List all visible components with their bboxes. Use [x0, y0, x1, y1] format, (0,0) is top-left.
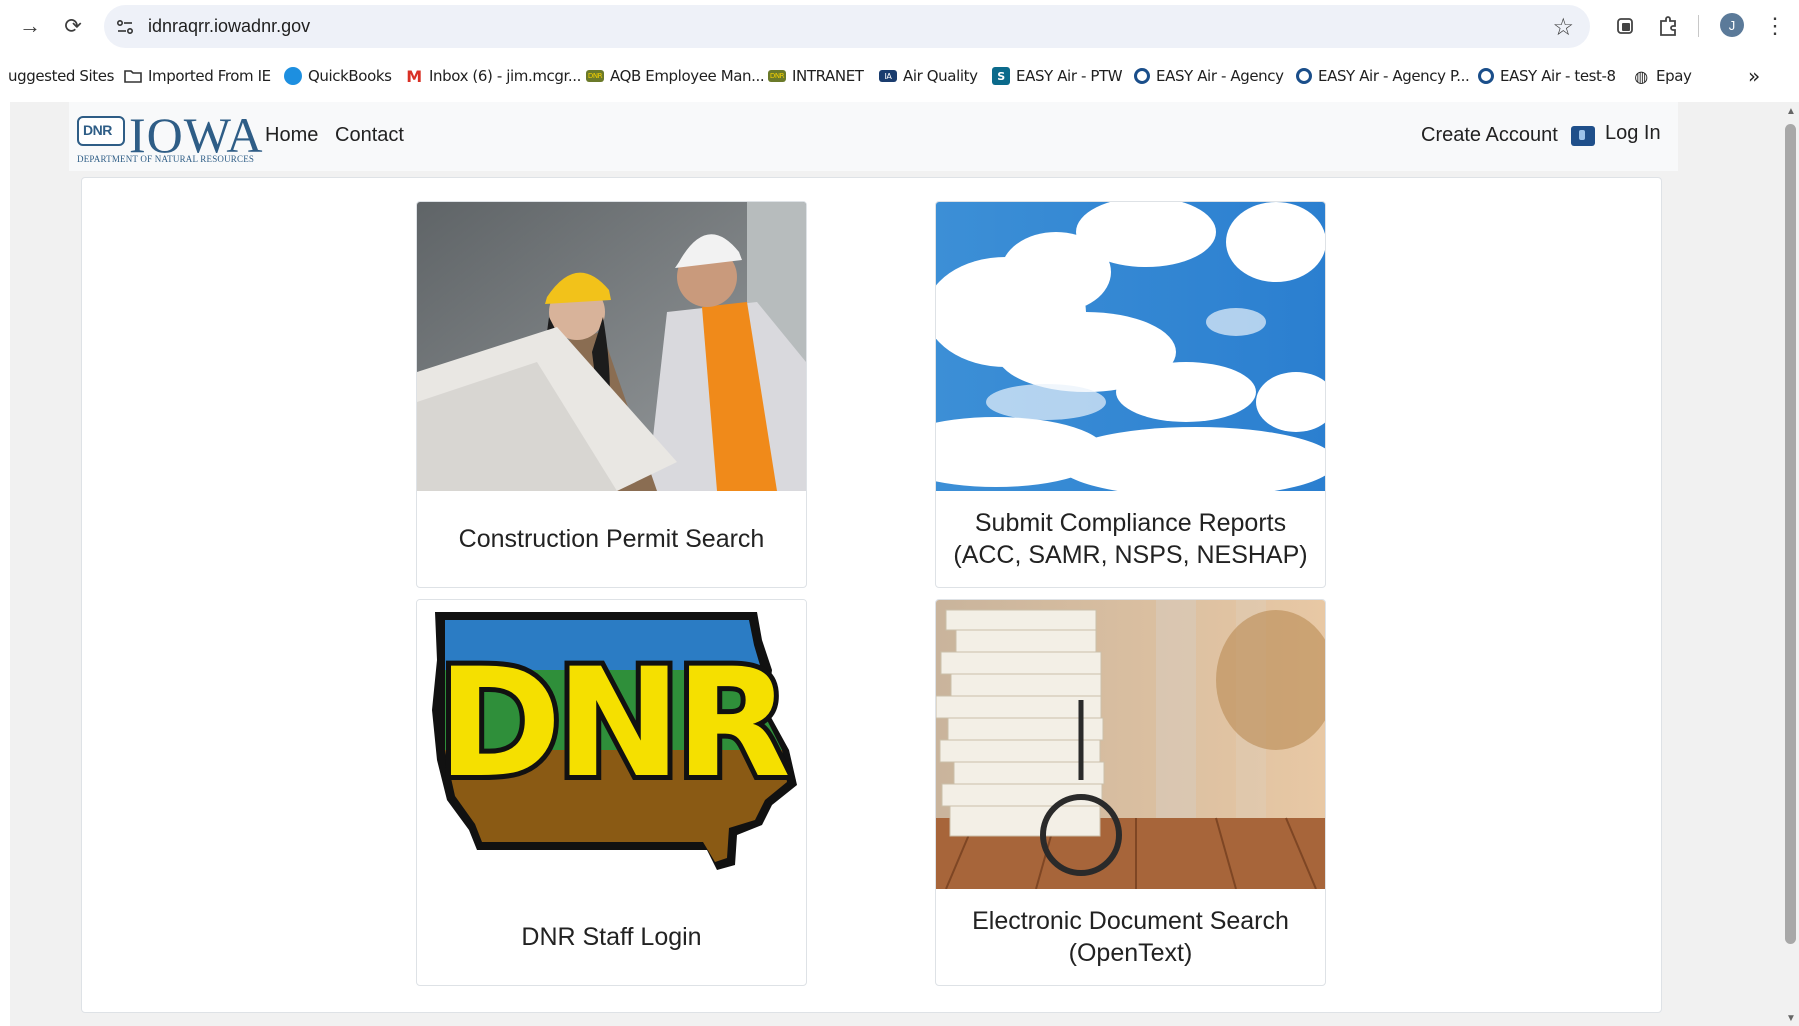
iowa-dnr-logo[interactable]: DNR IOWA DEPARTMENT OF NATURAL RESOURCES: [77, 107, 263, 166]
bookmarks-bar: uggested Sites Imported From IE QuickBoo…: [0, 58, 1799, 94]
bookmark-easy-air-agency-p[interactable]: EASY Air - Agency P...: [1296, 64, 1470, 88]
create-account-link[interactable]: Create Account: [1421, 124, 1558, 147]
dnr-logo-mark: DNR: [77, 116, 125, 146]
bookmark-label: AQB Employee Man...: [610, 67, 765, 85]
tile-caption-line1: Construction Permit Search: [458, 525, 765, 553]
circle-icon: [1296, 68, 1312, 84]
dnr-staff-login-tile[interactable]: DNR DNR Staff Login: [416, 599, 807, 986]
circle-icon: [1134, 68, 1150, 84]
dnr-logo-letters: DNR: [437, 637, 788, 811]
tile-caption: Submit Compliance Reports (ACC, SAMR, NS…: [936, 491, 1325, 587]
bookmark-label: EASY Air - test-8: [1500, 67, 1616, 85]
electronic-document-search-tile[interactable]: Electronic Document Search (OpenText): [935, 599, 1326, 986]
circle-icon: [1478, 68, 1494, 84]
login-icon[interactable]: [1571, 126, 1595, 146]
bookmark-label: EASY Air - Agency: [1156, 67, 1284, 85]
bookmarks-overflow-button[interactable]: »: [1748, 64, 1760, 88]
address-bar[interactable]: idnraqrr.iowadnr.gov ☆: [104, 5, 1590, 48]
tile-caption-line1: Submit Compliance Reports: [974, 509, 1287, 537]
dnr-icon: DNR: [586, 70, 604, 82]
tile-caption: Electronic Document Search (OpenText): [936, 889, 1325, 985]
nav-home-link[interactable]: Home: [265, 124, 318, 147]
tile-caption-line1: Electronic Document Search: [972, 907, 1289, 935]
scrollbar-thumb[interactable]: [1785, 124, 1796, 944]
browser-menu-icon[interactable]: ⋮: [1764, 10, 1786, 42]
browser-toolbar: → ⟳ idnraqrr.iowadnr.gov ☆ J ⋮: [0, 0, 1799, 52]
construction-permit-search-tile[interactable]: Construction Permit Search: [416, 201, 807, 588]
gmail-icon: M: [406, 66, 422, 86]
scroll-down-arrow[interactable]: ▼: [1786, 1013, 1796, 1024]
tile-caption-line2: (OpenText): [1068, 939, 1193, 967]
bookmark-label: Air Quality: [903, 67, 978, 85]
sky-clouds-image: [936, 202, 1325, 491]
reload-icon[interactable]: ⟳: [59, 12, 87, 40]
bookmark-inbox[interactable]: M Inbox (6) - jim.mcgr...: [405, 64, 581, 88]
bookmark-label: uggested Sites: [8, 67, 115, 85]
extension-icon[interactable]: [1612, 10, 1640, 42]
site-settings-icon[interactable]: [114, 16, 136, 38]
construction-workers-image: [417, 202, 806, 491]
toolbar-divider: [1698, 15, 1699, 37]
bookmark-air-quality[interactable]: IA Air Quality: [879, 64, 978, 88]
iowa-icon: IA: [879, 70, 897, 82]
extensions-puzzle-icon[interactable]: [1654, 10, 1682, 42]
folder-icon: [124, 67, 142, 85]
tile-caption-line2: (ACC, SAMR, NSPS, NESHAP): [953, 541, 1308, 569]
bookmark-label: EASY Air - Agency P...: [1318, 67, 1470, 85]
dnr-iowa-map-logo: DNR: [417, 600, 806, 889]
document-stack-image: [936, 600, 1325, 889]
bookmark-aqb-employee[interactable]: DNR AQB Employee Man...: [586, 64, 765, 88]
profile-avatar[interactable]: J: [1720, 13, 1744, 37]
bookmark-epay[interactable]: ◍ Epay: [1632, 64, 1692, 88]
page-scrollbar[interactable]: ▲ ▼: [1782, 102, 1799, 1026]
forward-icon[interactable]: →: [16, 12, 44, 40]
tile-caption: DNR Staff Login: [417, 889, 806, 985]
sharepoint-icon: S: [992, 67, 1010, 85]
login-link[interactable]: Log In: [1605, 122, 1661, 145]
bookmark-star-icon[interactable]: ☆: [1552, 13, 1574, 42]
bookmark-easy-air-ptw[interactable]: S EASY Air - PTW: [992, 64, 1123, 88]
bookmark-label: INTRANET: [792, 67, 864, 85]
scroll-up-arrow[interactable]: ▲: [1786, 106, 1796, 117]
bookmark-quickbooks[interactable]: QuickBooks: [284, 64, 392, 88]
bookmark-suggested-sites[interactable]: uggested Sites: [8, 64, 114, 88]
tile-caption-line1: DNR Staff Login: [521, 923, 702, 951]
globe-icon: ◍: [1634, 66, 1648, 86]
submit-compliance-reports-tile[interactable]: Submit Compliance Reports (ACC, SAMR, NS…: [935, 201, 1326, 588]
nav-contact-link[interactable]: Contact: [335, 124, 404, 147]
main-content-card: [81, 177, 1662, 1013]
bookmark-intranet[interactable]: DNR INTRANET: [768, 64, 864, 88]
bookmark-label: QuickBooks: [308, 67, 392, 85]
quickbooks-icon: [284, 67, 302, 85]
bookmark-imported-from-ie[interactable]: Imported From IE: [124, 64, 271, 88]
site-header: DNR IOWA DEPARTMENT OF NATURAL RESOURCES…: [69, 102, 1678, 171]
bookmark-label: Inbox (6) - jim.mcgr...: [429, 67, 581, 85]
bookmark-easy-air-test8[interactable]: EASY Air - test-8: [1478, 64, 1616, 88]
bookmark-label: Epay: [1656, 67, 1692, 85]
bookmark-label: EASY Air - PTW: [1016, 67, 1123, 85]
logo-subtitle: DEPARTMENT OF NATURAL RESOURCES: [77, 154, 255, 164]
url-text: idnraqrr.iowadnr.gov: [148, 16, 311, 36]
bookmark-easy-air-agency[interactable]: EASY Air - Agency: [1134, 64, 1284, 88]
bookmark-label: Imported From IE: [148, 67, 271, 85]
tile-caption: Construction Permit Search: [417, 491, 806, 587]
dnr-icon: DNR: [768, 70, 786, 82]
